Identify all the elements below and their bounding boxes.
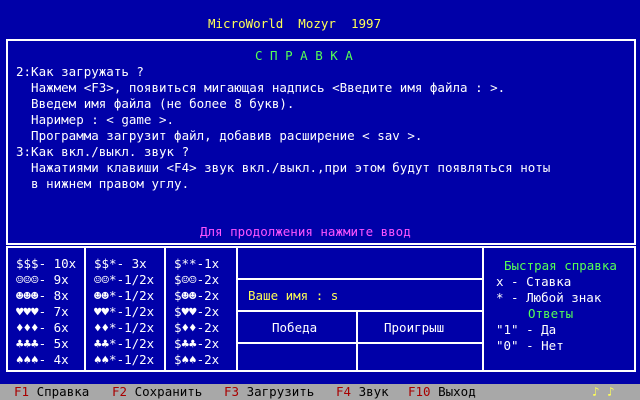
key-f3: F3 — [224, 384, 240, 399]
key-f2: F2 — [112, 384, 128, 399]
help-line: Наример : < game >. — [16, 112, 175, 127]
help-line: Программа загрузит файл, добавив расшире… — [16, 128, 423, 143]
paytable-col1-row: ☻☻☻- 8x — [16, 288, 69, 303]
divider — [236, 278, 484, 280]
status-sound-label: Звук — [358, 384, 389, 399]
paytable-col1-row: ☺☺☺- 9x — [16, 272, 69, 287]
help-line: Нажатиями клавиши <F4> звук вкл./выкл.,п… — [16, 160, 551, 175]
paytable-col1-row: $$$- 10x — [16, 256, 77, 271]
music-note-icon: ♪ ♪ — [592, 384, 615, 399]
help-line: в нижнем правом углу. — [16, 176, 190, 191]
paytable-col3-row: $♥♥-2x — [174, 304, 220, 319]
paytable-col3-row: $♠♠-2x — [174, 352, 220, 367]
divider — [164, 246, 166, 372]
divider — [236, 310, 484, 312]
status-save[interactable]: F2 Сохранить — [112, 384, 202, 400]
answers-title: Ответы — [528, 306, 574, 321]
app-title: MicroWorld Mozyr 1997 — [208, 16, 382, 31]
divider — [236, 246, 238, 372]
paytable-col1-row: ♥♥♥- 7x — [16, 304, 69, 319]
paytable-col2-row: $$*- 3x — [94, 256, 147, 271]
status-load-label: Загрузить — [246, 384, 315, 399]
paytable-col1-row: ♦♦♦- 6x — [16, 320, 69, 335]
divider — [84, 246, 86, 372]
divider — [356, 310, 358, 372]
quick-help-line: x - Ставка — [496, 274, 572, 289]
divider — [236, 342, 484, 344]
status-exit[interactable]: F10 Выход — [408, 384, 476, 400]
paytable-col3-row: $♣♣-2x — [174, 336, 220, 351]
status-help[interactable]: F1 Справка — [14, 384, 89, 400]
status-load[interactable]: F3 Загрузить — [224, 384, 314, 400]
continue-prompt[interactable]: Для продолжения нажмите ввод — [200, 224, 411, 240]
help-line: Введем имя файла (не более 8 букв). — [16, 96, 295, 111]
quick-help-title: Быстрая справка — [504, 258, 617, 273]
status-exit-label: Выход — [438, 384, 476, 399]
key-f10: F10 — [408, 384, 431, 399]
paytable-col3-row: $♦♦-2x — [174, 320, 220, 335]
help-line: 3:Как вкл./выкл. звук ? — [16, 144, 190, 159]
help-line: 2:Как загружать ? — [16, 64, 144, 79]
win-label: Победа — [272, 320, 318, 335]
paytable-col2-row: ☺☺*-1/2x — [94, 272, 155, 287]
status-sound[interactable]: F4 Звук — [336, 384, 389, 400]
status-help-label: Справка — [36, 384, 90, 399]
help-heading: С П Р А В К А — [255, 48, 353, 63]
status-bar: F1 Справка F2 Сохранить F3 Загрузить F4 … — [0, 384, 640, 400]
answer-no: "0" - Нет — [496, 338, 564, 353]
paytable-col3-row: $**-1x — [174, 256, 220, 271]
player-name-field[interactable]: Ваше имя : s — [248, 288, 338, 304]
answer-yes: "1" - Да — [496, 322, 557, 337]
status-save-label: Сохранить — [134, 384, 203, 399]
lose-label: Проигрыш — [384, 320, 445, 335]
paytable-col2-row: ♣♣*-1/2x — [94, 336, 155, 351]
paytable-col2-row: ♦♦*-1/2x — [94, 320, 155, 335]
key-f4: F4 — [336, 384, 352, 399]
paytable-col3-row: $☻☻-2x — [174, 288, 220, 303]
paytable-col2-row: ♥♥*-1/2x — [94, 304, 155, 319]
paytable-col1-row: ♣♣♣- 5x — [16, 336, 69, 351]
help-line: Нажмем <F3>, появиться мигающая надпись … — [16, 80, 506, 95]
paytable-col3-row: $☺☺-2x — [174, 272, 220, 287]
paytable-col1-row: ♠♠♠- 4x — [16, 352, 69, 367]
key-f1: F1 — [14, 384, 30, 399]
paytable-col2-row: ♠♠*-1/2x — [94, 352, 155, 367]
divider — [482, 246, 484, 372]
quick-help-line: * - Любой знак — [496, 290, 602, 305]
paytable-col2-row: ☻☻*-1/2x — [94, 288, 155, 303]
